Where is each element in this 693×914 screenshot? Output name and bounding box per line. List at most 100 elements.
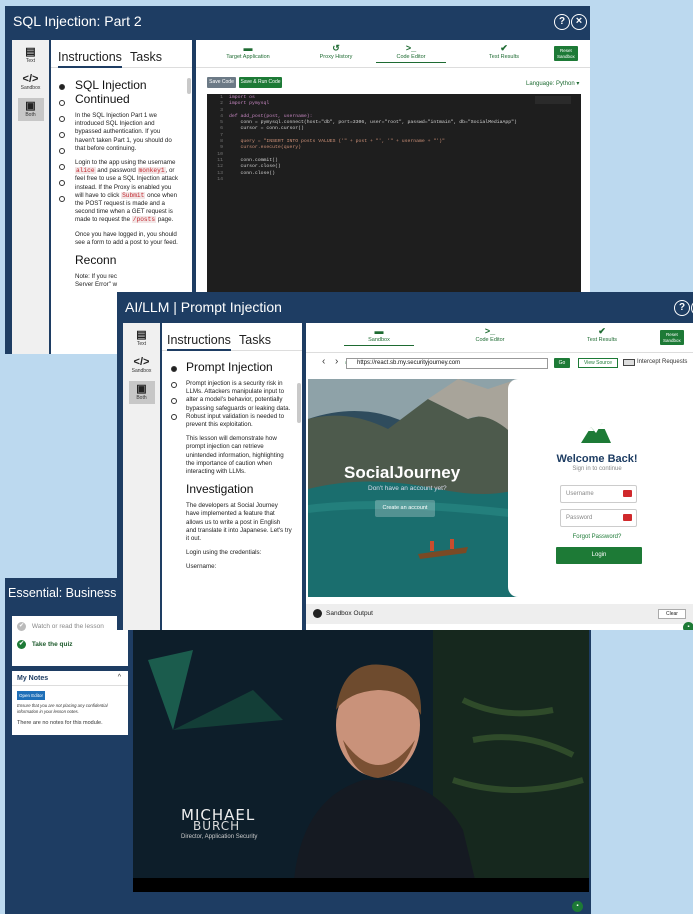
chevron-up-icon[interactable]: ^ [118,674,121,681]
lesson-video[interactable]: MICHAEL BURCH Director, Application Secu… [133,630,589,892]
create-account-button[interactable]: Create an account [375,500,435,517]
line-number: 14 [217,176,223,182]
intercept-toggle[interactable] [623,359,635,366]
view-label: Sandbox [20,85,41,91]
check-icon: ✔ [500,43,508,53]
step-marker[interactable] [59,84,65,90]
clear-output-button[interactable]: Clear [658,609,686,619]
chat-icon[interactable]: ▪ [572,901,583,912]
open-editor-button[interactable]: Open Editor [17,691,45,700]
scrollbar[interactable] [297,383,301,423]
step-marker[interactable] [59,132,65,138]
document-icon: ▤ [25,46,36,58]
help-icon[interactable]: ? [554,14,570,30]
save-code-button[interactable]: Save Code [207,77,236,88]
forgot-password-link[interactable]: Forgot Password? [508,534,686,540]
password-manager-icon[interactable] [623,490,632,497]
username-input[interactable]: Username [560,485,637,503]
code-icon: </> [133,356,150,368]
language-select[interactable]: Language: Python ▾ [526,80,579,87]
notes-title: My Notes [17,675,49,682]
step-marker[interactable] [171,382,177,388]
step-marker[interactable] [171,366,177,372]
go-button[interactable]: Go [554,358,570,368]
view-sandbox-button[interactable]: </> Sandbox [129,354,155,377]
welcome-heading: Welcome Back! [556,453,638,465]
nav-sandbox[interactable]: ▬ Sandbox [344,326,414,346]
nav-code-editor[interactable]: >_ Code Editor [470,326,510,343]
no-account-text: Don't have an account yet? [368,485,447,492]
browser-bar: ‹ › ⌂ https://react.sb.my.securityjourne… [306,356,693,374]
nav-proxy-history[interactable]: ↺ Proxy History [316,43,356,60]
instruction-text: SQL Injection Continued In the SQL Injec… [75,78,181,289]
brand-title: SocialJourney [344,463,461,482]
intercept-label: Intercept Requests [637,359,688,365]
view-sandbox-button[interactable]: </> Sandbox [18,71,44,94]
output-label: Sandbox Output [326,610,373,617]
window-title: SQL Injection: Part 2 [13,13,142,29]
placeholder: Username [566,491,594,497]
password-manager-icon[interactable] [623,514,632,521]
tab-tasks[interactable]: Tasks [130,50,162,64]
nav-code-editor[interactable]: >_ Code Editor [376,43,446,63]
reset-sandbox-button[interactable]: Reset Sandbox [660,330,684,345]
view-both-button[interactable]: ▣ Both [128,381,155,404]
view-source-button[interactable]: View Source [578,358,618,368]
login-button[interactable]: Login [556,547,642,564]
nav-target-application[interactable]: ▬ Target Application [226,43,270,60]
notes-header[interactable]: My Notes ^ [12,671,128,686]
code-editor[interactable]: 1 2 3 4 5 6 7 8 9 10 11 12 13 14 import os import pymy… [207,94,581,294]
split-icon: ▣ [25,100,36,112]
note-text: Server Error" w [75,281,118,289]
step-marker[interactable] [171,398,177,404]
lesson-steps [59,84,69,212]
toggle-output-icon[interactable] [313,609,322,618]
lesson-steps [171,366,181,430]
tab-instructions[interactable]: Instructions [167,333,231,351]
step-marker[interactable] [59,100,65,106]
step-marker[interactable] [59,116,65,122]
nav-test-results[interactable]: ✔ Test Results [582,326,622,343]
help-icon[interactable]: ? [674,300,690,316]
step-marker[interactable] [59,196,65,202]
close-icon[interactable]: × [571,14,587,30]
code-line[interactable] [229,177,517,183]
view-text-button[interactable]: ▤ Text [18,44,44,67]
step-marker[interactable] [59,148,65,154]
nav-test-results[interactable]: ✔ Test Results [486,43,522,60]
code-content[interactable]: import os import pymysql def add_post(post… [229,95,517,183]
reset-sandbox-button[interactable]: Reset Sandbox [554,46,578,61]
forward-icon[interactable]: › [335,356,338,367]
nav-label: Code Editor [396,54,426,60]
checklist-item[interactable]: ✔ Watch or read the lesson [17,622,104,631]
url-input[interactable]: https://react.sb.my.securityjourney.com [346,358,548,369]
instructions-panel: Instructions Tasks Prompt Injection Prom… [162,323,302,630]
step-marker[interactable] [171,414,177,420]
back-icon[interactable]: ‹ [322,356,325,367]
tab-tasks[interactable]: Tasks [239,333,271,347]
speaker-last-name: BURCH [193,819,241,833]
checklist-item[interactable]: ✔ Take the quiz [17,640,73,649]
inline-code: monkey1 [137,167,166,175]
terminal-icon: >_ [484,326,496,336]
lesson-heading: SQL Injection Continued [75,78,147,106]
tab-instructions[interactable]: Instructions [58,50,122,68]
paragraph: Login using the credentials: [186,549,262,557]
window-icon: ▬ [243,43,253,53]
view-both-button[interactable]: ▣ Both [17,98,44,121]
instruction-tabs: Instructions Tasks [51,40,192,68]
view-text-button[interactable]: ▤ Text [129,327,155,350]
nav-label: Target Application [226,54,270,60]
step-marker[interactable] [59,180,65,186]
inline-code: Submit [121,191,146,199]
speaker-role: Director, Application Security [181,834,258,840]
history-icon: ↺ [332,43,340,53]
step-marker[interactable] [59,164,65,170]
password-input[interactable]: Password [560,509,637,527]
save-run-code-button[interactable]: Save & Run Code [239,77,282,88]
view-mode-sidebar: ▤ Text </> Sandbox ▣ Both [123,323,160,630]
sandbox-output-bar: Sandbox Output Clear [306,604,693,624]
minimap [535,96,571,104]
chat-icon[interactable]: ▪ [683,622,693,630]
scrollbar[interactable] [187,78,191,94]
